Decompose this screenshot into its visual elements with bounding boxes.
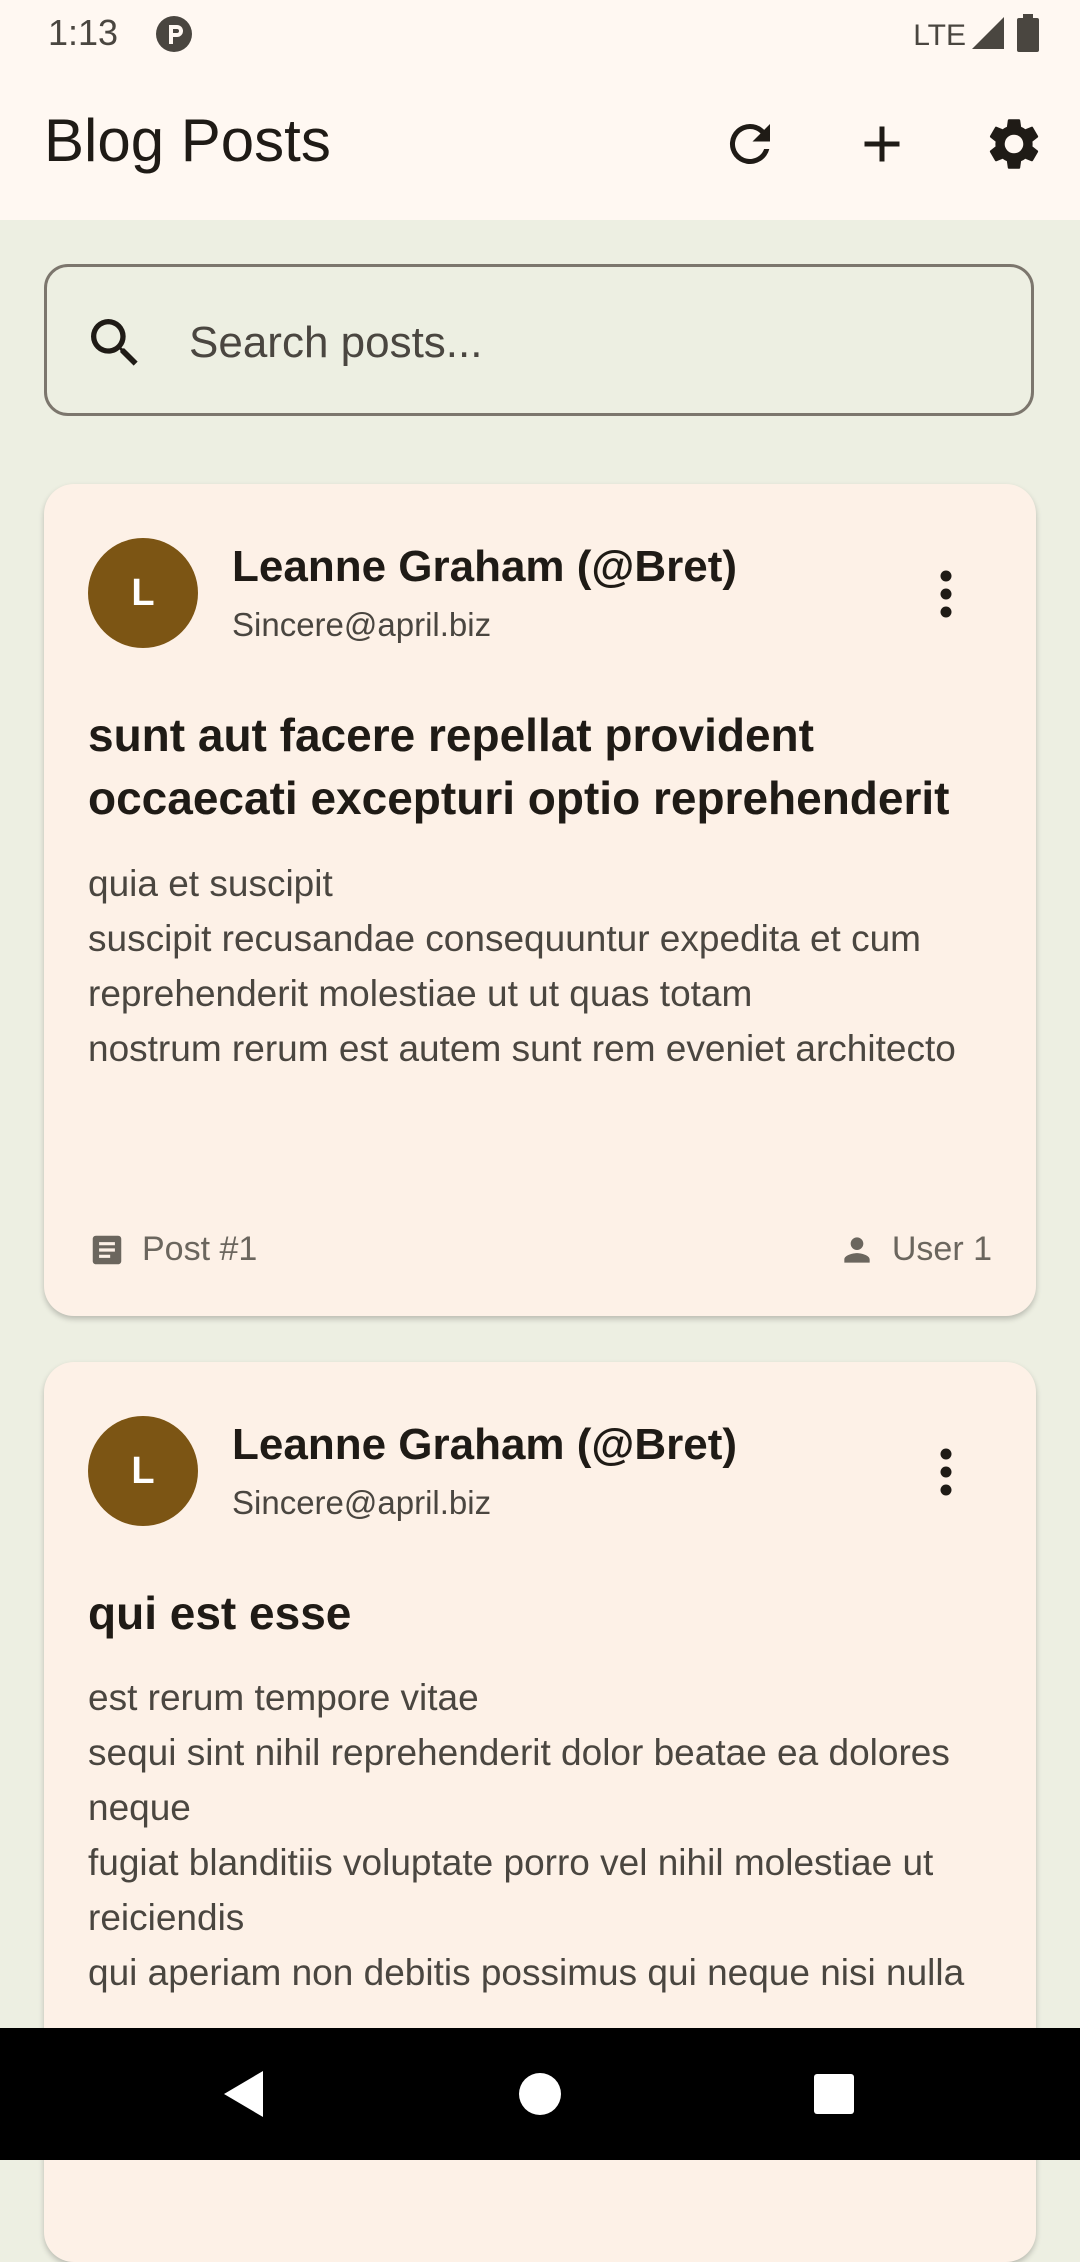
article-icon <box>92 1235 122 1264</box>
post-title: qui est esse <box>88 1587 352 1639</box>
more-options-button[interactable] <box>906 1432 986 1512</box>
post-card[interactable]: L Leanne Graham (@Bret) Sincere@april.bi… <box>44 484 1036 1316</box>
user-number: User 1 <box>891 1230 992 1268</box>
recents-icon <box>814 2074 854 2114</box>
avatar: L <box>88 538 198 648</box>
user-id-meta: User 1 <box>838 1230 992 1269</box>
battery-icon <box>1016 14 1040 57</box>
add-icon <box>864 126 900 162</box>
more-vert-icon <box>940 1448 952 1496</box>
status-time: 1:13 <box>48 12 119 53</box>
post-id-meta: Post #1 <box>88 1230 257 1269</box>
search-input[interactable] <box>187 307 991 379</box>
refresh-button[interactable] <box>714 108 786 180</box>
home-icon <box>519 2073 561 2115</box>
status-bar: 1:13 LTE <box>0 0 1080 66</box>
post-body: est rerum tempore vitae sequi sint nihil… <box>88 1677 965 1993</box>
network-type: LTE <box>913 18 966 52</box>
notification-icon <box>154 14 194 54</box>
refresh-icon <box>729 123 770 164</box>
more-options-button[interactable] <box>906 554 986 634</box>
author-email: Sincere@april.biz <box>232 1484 492 1521</box>
back-button[interactable] <box>208 2058 280 2130</box>
avatar: L <box>88 1416 198 1526</box>
page-title: Blog Posts <box>44 107 331 174</box>
system-nav-bar <box>0 2028 1080 2160</box>
home-button[interactable] <box>504 2058 576 2130</box>
search-field[interactable] <box>44 264 1034 416</box>
recents-button[interactable] <box>798 2058 870 2130</box>
settings-icon <box>989 119 1039 169</box>
author-name: Leanne Graham (@Bret) <box>232 1420 738 1469</box>
more-vert-icon <box>940 570 952 618</box>
signal-icon <box>970 15 1006 56</box>
app-bar: Blog Posts <box>0 66 1080 220</box>
person-icon <box>844 1236 870 1263</box>
post-title: sunt aut facere repellat provident occae… <box>88 709 950 824</box>
post-number: Post #1 <box>142 1230 258 1268</box>
author-name: Leanne Graham (@Bret) <box>232 542 738 591</box>
back-icon <box>224 2071 263 2117</box>
settings-button[interactable] <box>978 108 1050 180</box>
search-icon <box>83 311 147 375</box>
author-email: Sincere@april.biz <box>232 606 492 643</box>
add-post-button[interactable] <box>846 108 918 180</box>
post-body: quia et suscipit suscipit recusandae con… <box>88 863 956 1069</box>
status-indicators: LTE <box>913 14 1040 57</box>
